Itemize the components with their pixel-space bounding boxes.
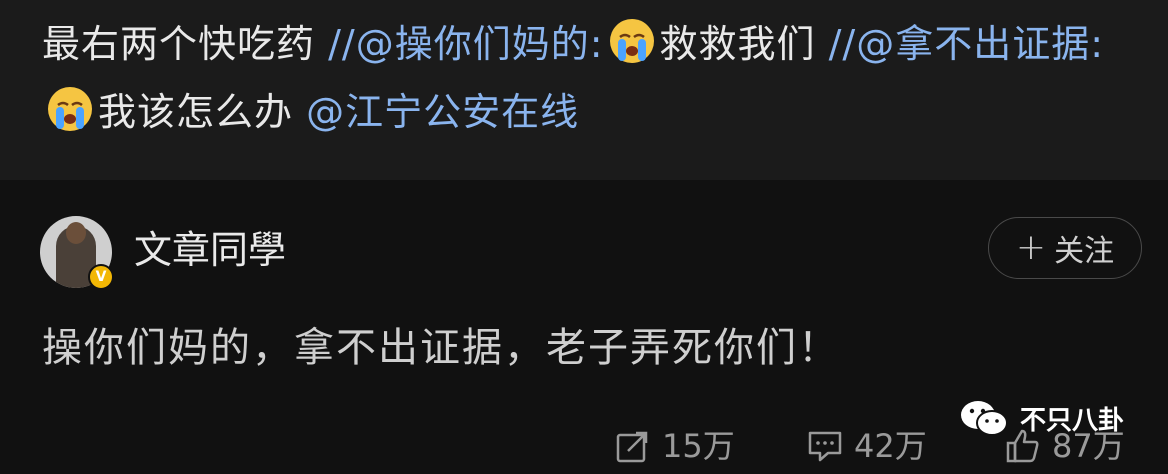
comment-text-segment: 我该怎么办 <box>98 90 307 134</box>
like-count: 87万 <box>1052 427 1125 465</box>
repost-count: 15万 <box>662 427 735 465</box>
quoted-comment-text: 最右两个快吃药 //@操你们妈的: 救救我们 //@拿不出证据: 我该怎么办 @… <box>42 10 1142 146</box>
repost-button[interactable]: 15万 <box>614 424 735 468</box>
like-button[interactable]: 87万 <box>1004 424 1125 468</box>
crying-emoji-icon <box>609 19 654 63</box>
follow-label: 关注 <box>1054 234 1115 269</box>
mention-link[interactable]: @江宁公安在线 <box>306 90 579 134</box>
verified-badge-icon: V <box>88 264 114 290</box>
avatar-head <box>66 222 86 244</box>
repost-icon <box>616 431 648 463</box>
comment-text-segment: 最右两个快吃药 <box>42 22 329 66</box>
username[interactable]: 文章同學 <box>134 225 286 275</box>
action-bar: 15万 42万 87万 <box>0 418 1168 474</box>
follow-button[interactable]: + 关注 <box>988 217 1142 279</box>
mention-link[interactable]: //@拿不出证据: <box>829 22 1104 66</box>
comment-icon <box>808 431 842 462</box>
crying-emoji-icon <box>48 87 92 131</box>
post-content: 操你们妈的，拿不出证据，老子弄死你们！ <box>42 325 840 371</box>
mention-link[interactable]: //@操你们妈的: <box>328 22 603 66</box>
thumbs-up-icon <box>1006 429 1039 463</box>
quoted-comment-block: 最右两个快吃药 //@操你们妈的: 救救我们 //@拿不出证据: 我该怎么办 @… <box>0 0 1168 180</box>
comment-text-segment: 救救我们 <box>659 22 829 66</box>
screenshot-root: 最右两个快吃药 //@操你们妈的: 救救我们 //@拿不出证据: 我该怎么办 @… <box>0 0 1168 474</box>
comment-button[interactable]: 42万 <box>806 424 927 468</box>
plus-icon: + <box>1015 227 1047 268</box>
comment-count: 42万 <box>854 427 927 465</box>
